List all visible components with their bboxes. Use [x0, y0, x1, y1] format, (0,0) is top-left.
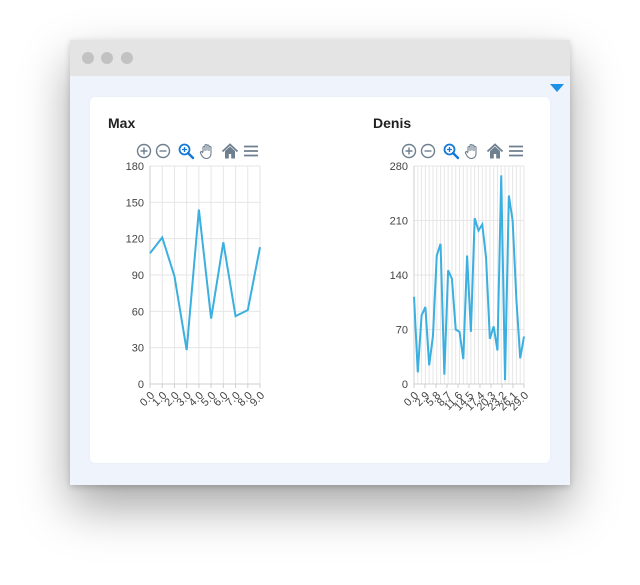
line-chart-denis[interactable]: 2802101407000.02.95.88.711.614.517.420.3… [378, 152, 578, 422]
charts-card: Max 180 150 120 90 60 30 0 0.0 1.0 2.0 3.0 4.0 5.0 6.… [90, 97, 550, 463]
window-close-dot[interactable] [82, 52, 94, 64]
y-tick-label: 280 [390, 161, 408, 173]
chart-title-max: Max [108, 115, 136, 131]
series-line [149, 209, 261, 351]
line-chart-max[interactable]: 18015012090603000.01.02.03.04.05.06.07.0… [114, 152, 314, 422]
y-tick-label: 0 [402, 379, 408, 391]
chart-title-denis: Denis [373, 115, 412, 131]
series-line [413, 175, 525, 381]
app-window: Max 180 150 120 90 60 30 0 0.0 1.0 2.0 3.0 4.0 5.0 6.… [70, 40, 570, 485]
y-tick-label: 120 [126, 234, 144, 246]
window-minimize-dot[interactable] [101, 52, 113, 64]
x-tick-label: 9.0 [248, 390, 267, 409]
y-tick-label: 150 [126, 197, 144, 209]
y-tick-label: 30 [132, 343, 144, 355]
y-tick-label: 60 [132, 306, 144, 318]
caret-down-icon[interactable] [550, 84, 564, 92]
title-bar [70, 40, 570, 76]
y-tick-label: 90 [132, 270, 144, 282]
y-tick-label: 0 [138, 379, 144, 391]
window-maximize-dot[interactable] [121, 52, 133, 64]
y-tick-label: 70 [396, 325, 408, 337]
y-tick-label: 180 [126, 161, 144, 173]
y-tick-label: 140 [390, 270, 408, 282]
y-tick-label: 210 [390, 216, 408, 228]
